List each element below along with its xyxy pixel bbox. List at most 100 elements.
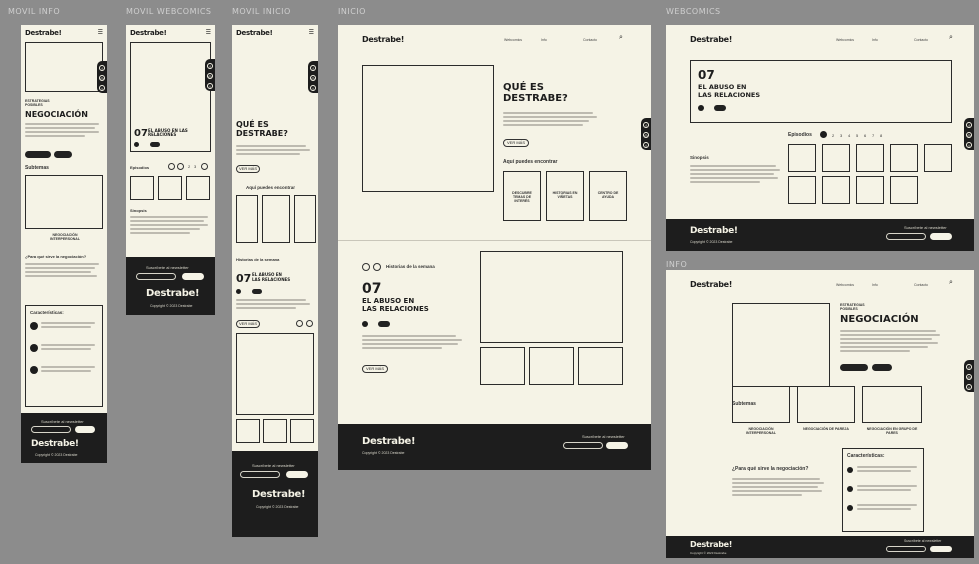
subtopic-card[interactable] <box>25 175 103 229</box>
feature-card[interactable] <box>294 195 316 243</box>
see-more-button[interactable]: VER MÁS <box>362 365 388 373</box>
next-icon[interactable] <box>373 263 381 271</box>
episode-thumb[interactable] <box>158 176 182 200</box>
nav-info[interactable]: Info <box>541 38 547 42</box>
subscribe-button[interactable] <box>286 471 308 478</box>
see-more-button[interactable]: VER MÁS <box>236 320 260 328</box>
comic-thumb[interactable] <box>529 347 574 385</box>
next-icon[interactable] <box>201 163 208 170</box>
instagram-icon[interactable]: ◎ <box>643 132 649 138</box>
episode-thumb[interactable] <box>822 144 850 172</box>
prev-icon[interactable] <box>296 320 303 327</box>
episode-1[interactable] <box>177 163 184 170</box>
subtopic-card-2[interactable] <box>797 386 855 423</box>
episode-thumb[interactable] <box>856 176 884 204</box>
comic-thumb[interactable] <box>290 419 314 443</box>
facebook-icon[interactable]: f <box>643 122 649 128</box>
facebook-icon[interactable]: f <box>207 63 213 69</box>
episode-3[interactable]: 3 <box>840 133 842 138</box>
newsletter-input[interactable] <box>886 233 926 240</box>
episode-thumb[interactable] <box>130 176 154 200</box>
subscribe-button[interactable] <box>182 273 204 280</box>
logo[interactable]: Destrabe! <box>690 35 732 44</box>
subscribe-button[interactable] <box>75 426 95 433</box>
episode-3[interactable]: 3 <box>194 164 196 169</box>
episode-4[interactable]: 4 <box>848 133 850 138</box>
feature-card[interactable] <box>236 195 258 243</box>
newsletter-input[interactable] <box>136 273 176 280</box>
nav-webcomics[interactable]: Webcomics <box>504 38 522 42</box>
episode-5[interactable]: 5 <box>856 133 858 138</box>
secondary-button[interactable] <box>872 364 892 371</box>
episode-thumb[interactable] <box>924 144 952 172</box>
episode-thumb[interactable] <box>186 176 210 200</box>
nav-contact[interactable]: Contacto <box>914 38 928 42</box>
newsletter-input[interactable] <box>563 442 603 449</box>
comic-thumb[interactable] <box>480 347 525 385</box>
primary-button[interactable] <box>840 364 868 371</box>
logo[interactable]: Destrabe! <box>25 29 62 37</box>
tiktok-icon[interactable]: t <box>310 85 316 91</box>
instagram-icon[interactable]: ◎ <box>966 132 972 138</box>
subscribe-button[interactable] <box>606 442 628 449</box>
subscribe-button[interactable] <box>930 233 952 240</box>
see-more-button[interactable]: VER MÁS <box>236 165 260 173</box>
nav-info[interactable]: Info <box>872 38 878 42</box>
tiktok-icon[interactable]: t <box>99 85 105 91</box>
newsletter-input[interactable] <box>240 471 280 478</box>
secondary-button[interactable] <box>54 151 72 158</box>
next-icon[interactable] <box>306 320 313 327</box>
prev-icon[interactable] <box>168 163 175 170</box>
search-icon[interactable]: ⌕ <box>619 34 623 42</box>
episode-thumb[interactable] <box>822 176 850 204</box>
instagram-icon[interactable]: ◎ <box>207 73 213 79</box>
comic-preview[interactable] <box>480 251 623 343</box>
menu-icon[interactable]: ☰ <box>309 29 314 36</box>
nav-webcomics[interactable]: Webcomics <box>836 38 854 42</box>
nav-contact[interactable]: Contacto <box>583 38 597 42</box>
newsletter-input[interactable] <box>31 426 71 433</box>
comic-thumb[interactable] <box>263 419 287 443</box>
search-icon[interactable]: ⌕ <box>949 34 953 42</box>
nav-info[interactable]: Info <box>872 283 878 287</box>
subtopic-card-1[interactable] <box>732 386 790 423</box>
episode-8[interactable]: 8 <box>880 133 882 138</box>
comic-preview[interactable] <box>236 333 314 415</box>
facebook-icon[interactable]: f <box>310 65 316 71</box>
episode-thumb[interactable] <box>856 144 884 172</box>
instagram-icon[interactable]: ◎ <box>310 75 316 81</box>
comic-thumb[interactable] <box>236 419 260 443</box>
instagram-icon[interactable]: ◎ <box>966 374 972 380</box>
nav-webcomics[interactable]: Webcomics <box>836 283 854 287</box>
episode-thumb[interactable] <box>788 144 816 172</box>
subscribe-button[interactable] <box>930 546 952 552</box>
tiktok-icon[interactable]: t <box>643 142 649 148</box>
nav-contact[interactable]: Contacto <box>914 283 928 287</box>
logo[interactable]: Destrabe! <box>236 29 273 37</box>
episode-2[interactable]: 2 <box>188 164 190 169</box>
newsletter-input[interactable] <box>886 546 926 552</box>
logo[interactable]: Destrabe! <box>690 280 732 289</box>
tiktok-icon[interactable]: t <box>207 83 213 89</box>
episode-thumb[interactable] <box>890 176 918 204</box>
logo[interactable]: Destrabe! <box>130 29 167 37</box>
facebook-icon[interactable]: f <box>99 65 105 71</box>
search-icon[interactable]: ⌕ <box>949 279 953 287</box>
episode-thumb[interactable] <box>788 176 816 204</box>
comic-thumb[interactable] <box>578 347 623 385</box>
primary-button[interactable] <box>25 151 51 158</box>
episode-6[interactable]: 6 <box>864 133 866 138</box>
subtopic-card-3[interactable] <box>862 386 922 423</box>
see-more-button[interactable]: VER MÁS <box>503 139 529 147</box>
menu-icon[interactable]: ☰ <box>206 29 211 36</box>
tiktok-icon[interactable]: t <box>966 384 972 390</box>
logo[interactable]: Destrabe! <box>362 35 404 44</box>
episode-2[interactable]: 2 <box>832 133 834 138</box>
prev-icon[interactable] <box>362 263 370 271</box>
facebook-icon[interactable]: f <box>966 364 972 370</box>
facebook-icon[interactable]: f <box>966 122 972 128</box>
instagram-icon[interactable]: ◎ <box>99 75 105 81</box>
tiktok-icon[interactable]: t <box>966 142 972 148</box>
episode-1-active[interactable] <box>820 131 827 138</box>
episode-thumb[interactable] <box>890 144 918 172</box>
